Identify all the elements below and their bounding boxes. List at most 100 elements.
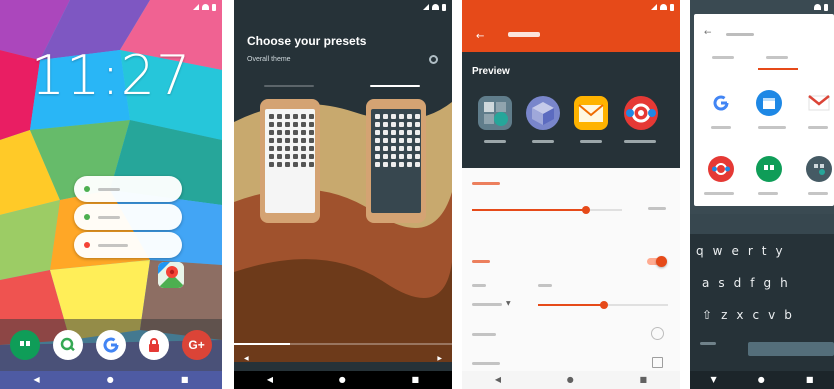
google-plus-icon[interactable]: G+ (181, 330, 212, 360)
home-icon[interactable]: ● (107, 376, 114, 384)
keyboard-key[interactable]: t (762, 244, 767, 258)
tab-label[interactable] (766, 56, 788, 59)
search-input-placeholder[interactable] (726, 33, 754, 36)
previous-arrow-icon[interactable]: ◀ (244, 355, 249, 362)
space-key[interactable] (748, 342, 834, 356)
screenshot-strip: 11:27 G+ ◀ ● ■ Choose your presets Overa… (0, 0, 834, 389)
keyboard-key[interactable]: s (718, 276, 724, 290)
recents-icon[interactable]: ■ (412, 376, 420, 384)
soft-keyboard: q w e r t y a s d f g h ⇧ z x c v b (690, 214, 834, 371)
icon-scale-slider[interactable] (472, 206, 622, 214)
recents-icon[interactable]: ■ (640, 376, 648, 384)
setup-footer: ◀ ▶ (234, 345, 452, 371)
back-icon[interactable]: ◀ (34, 376, 40, 384)
app-dock: G+ (0, 319, 222, 371)
app-caption (758, 126, 786, 129)
light-icon-grid (265, 109, 315, 213)
navigation-bar: ◀ ● ■ (234, 371, 452, 389)
scale-value-placeholder (648, 207, 666, 210)
keyboard-key[interactable]: f (750, 276, 754, 290)
keyboard-key[interactable]: e (731, 244, 738, 258)
keyboard-key[interactable]: r (748, 244, 753, 258)
text-size-slider[interactable] (538, 301, 668, 309)
font-caption (472, 284, 486, 287)
home-icon[interactable]: ● (758, 376, 765, 384)
keyboard-key[interactable]: d (734, 276, 742, 290)
notification-text-placeholder (98, 243, 128, 247)
keyboard-key[interactable]: y (776, 244, 783, 258)
slider-thumb[interactable] (600, 301, 608, 309)
home-icon[interactable]: ● (339, 376, 346, 384)
keyboard-row-2: a s d f g h (702, 276, 834, 290)
keyboard-key[interactable]: w (713, 244, 723, 258)
notification-pill[interactable] (74, 176, 182, 202)
tab-light-indicator[interactable] (264, 85, 314, 87)
recents-icon[interactable]: ■ (181, 376, 189, 384)
light-preset-phone[interactable] (260, 99, 320, 223)
navigation-bar: ▼ ● ■ (690, 371, 834, 389)
google-icon[interactable] (95, 330, 126, 360)
keyboard-key[interactable]: c (752, 308, 759, 322)
toggle-knob (656, 255, 667, 267)
icon-caption (580, 140, 602, 143)
keyboard-key[interactable]: x (736, 308, 743, 322)
keyboard-key[interactable]: a (702, 276, 709, 290)
search-app-icon[interactable] (53, 330, 84, 360)
home-icon[interactable]: ● (567, 376, 574, 384)
wifi-icon (202, 4, 209, 10)
battery-icon (212, 3, 216, 11)
keyboard-key[interactable]: g (763, 276, 771, 290)
font-value-placeholder[interactable] (472, 303, 502, 306)
app-search-shot: ← q w e r t y a s d f g h ⇧ z x c v b ▼ … (690, 0, 834, 389)
back-icon[interactable]: ◀ (267, 376, 273, 384)
dark-preset-phone[interactable] (366, 99, 426, 223)
back-icon[interactable]: ▼ (711, 376, 717, 384)
suggestion-strip (690, 214, 834, 234)
hangouts-icon[interactable] (756, 156, 782, 182)
navigation-bar: ◀ ● ■ (0, 371, 222, 389)
wifi-icon (660, 4, 667, 10)
hangouts-icon[interactable] (10, 330, 41, 360)
keyboard-key[interactable]: b (784, 308, 792, 322)
keyboard-row-1: q w e r t y (696, 244, 834, 258)
keyboard-key[interactable]: z (721, 308, 727, 322)
notification-pill[interactable] (74, 232, 182, 258)
lock-icon[interactable] (138, 330, 169, 360)
back-icon[interactable]: ◀ (495, 376, 501, 384)
icon-caption (532, 140, 554, 143)
label-toggle[interactable] (647, 255, 667, 267)
tab-dark-indicator[interactable] (370, 85, 420, 87)
gear-icon[interactable] (429, 55, 438, 64)
keyboard-key[interactable]: h (780, 276, 788, 290)
keyboard-key[interactable]: q (696, 244, 704, 258)
tab-label[interactable] (712, 56, 734, 59)
battery-icon (670, 3, 674, 11)
next-arrow-icon[interactable]: ▶ (437, 355, 442, 362)
option-radio[interactable] (651, 327, 664, 340)
recents-icon[interactable]: ■ (806, 376, 814, 384)
option-checkbox[interactable] (652, 357, 663, 368)
calculator-icon[interactable] (806, 156, 832, 182)
shift-key-icon[interactable]: ⇧ (702, 308, 712, 322)
preview-label: Preview (472, 66, 510, 77)
slider-thumb[interactable] (582, 206, 590, 214)
preview-panel: Preview (462, 52, 680, 168)
app-caption (808, 126, 828, 129)
google-icon[interactable] (708, 90, 734, 116)
back-arrow-icon[interactable]: ← (476, 31, 484, 42)
status-bar (0, 0, 222, 14)
symbols-key[interactable] (700, 342, 716, 345)
launcher-settings-icon[interactable] (708, 156, 734, 182)
chevron-down-icon[interactable]: ▼ (506, 300, 511, 307)
back-arrow-icon[interactable]: ← (704, 28, 712, 38)
cube-app-icon (526, 96, 560, 130)
calendar-app-icon[interactable] (756, 90, 782, 116)
search-card: ← (694, 14, 834, 206)
notification-pill[interactable] (74, 204, 182, 230)
keyboard-key[interactable]: v (768, 308, 775, 322)
icon-caption (484, 140, 506, 143)
calculator-icon (478, 96, 512, 130)
battery-icon (442, 3, 446, 11)
gmail-icon[interactable] (806, 90, 832, 116)
maps-icon[interactable] (158, 262, 184, 288)
